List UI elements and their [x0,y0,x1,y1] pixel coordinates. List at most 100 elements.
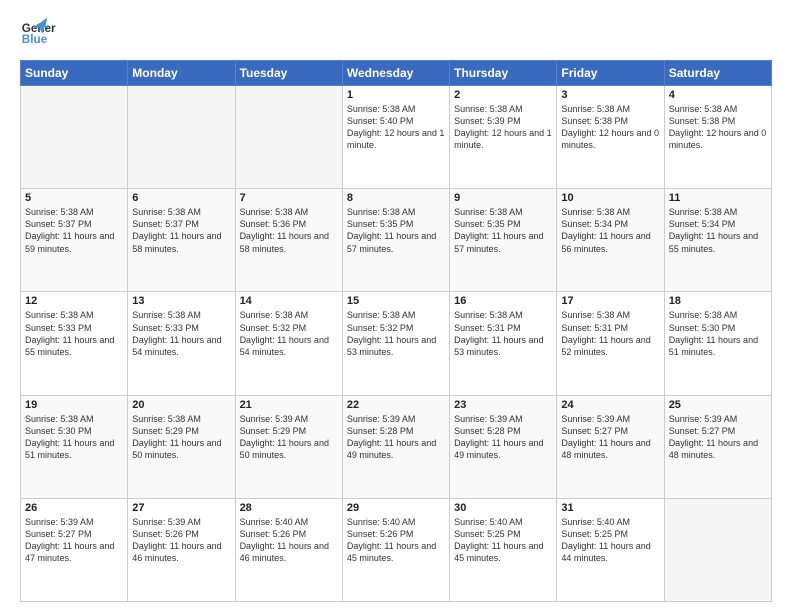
day-info: Sunrise: 5:39 AMSunset: 5:27 PMDaylight:… [669,413,767,462]
day-info: Sunrise: 5:38 AMSunset: 5:30 PMDaylight:… [25,413,123,462]
week-row-5: 26 Sunrise: 5:39 AMSunset: 5:27 PMDaylig… [21,498,772,601]
calendar-table: SundayMondayTuesdayWednesdayThursdayFrid… [20,60,772,602]
calendar-cell: 26 Sunrise: 5:39 AMSunset: 5:27 PMDaylig… [21,498,128,601]
svg-text:Blue: Blue [22,33,48,46]
calendar-cell [235,86,342,189]
calendar-cell: 13 Sunrise: 5:38 AMSunset: 5:33 PMDaylig… [128,292,235,395]
day-number: 28 [240,502,338,514]
day-number: 30 [454,502,552,514]
calendar-cell [21,86,128,189]
calendar-cell: 30 Sunrise: 5:40 AMSunset: 5:25 PMDaylig… [450,498,557,601]
day-info: Sunrise: 5:38 AMSunset: 5:38 PMDaylight:… [669,103,767,152]
day-info: Sunrise: 5:38 AMSunset: 5:31 PMDaylight:… [561,309,659,358]
calendar-cell: 4 Sunrise: 5:38 AMSunset: 5:38 PMDayligh… [664,86,771,189]
day-info: Sunrise: 5:38 AMSunset: 5:35 PMDaylight:… [454,206,552,255]
day-info: Sunrise: 5:38 AMSunset: 5:29 PMDaylight:… [132,413,230,462]
day-number: 7 [240,192,338,204]
page: General Blue SundayMondayTuesdayWednesda… [0,0,792,612]
weekday-header-monday: Monday [128,61,235,86]
calendar-cell: 28 Sunrise: 5:40 AMSunset: 5:26 PMDaylig… [235,498,342,601]
day-number: 18 [669,295,767,307]
logo-icon: General Blue [20,16,56,52]
day-info: Sunrise: 5:38 AMSunset: 5:33 PMDaylight:… [132,309,230,358]
day-number: 21 [240,399,338,411]
day-number: 25 [669,399,767,411]
calendar-cell [128,86,235,189]
day-number: 15 [347,295,445,307]
calendar-cell: 20 Sunrise: 5:38 AMSunset: 5:29 PMDaylig… [128,395,235,498]
day-number: 13 [132,295,230,307]
calendar-cell: 22 Sunrise: 5:39 AMSunset: 5:28 PMDaylig… [342,395,449,498]
weekday-header-wednesday: Wednesday [342,61,449,86]
calendar-cell: 8 Sunrise: 5:38 AMSunset: 5:35 PMDayligh… [342,189,449,292]
weekday-header-friday: Friday [557,61,664,86]
calendar-cell [664,498,771,601]
calendar-cell: 24 Sunrise: 5:39 AMSunset: 5:27 PMDaylig… [557,395,664,498]
calendar-cell: 15 Sunrise: 5:38 AMSunset: 5:32 PMDaylig… [342,292,449,395]
calendar-cell: 3 Sunrise: 5:38 AMSunset: 5:38 PMDayligh… [557,86,664,189]
day-number: 16 [454,295,552,307]
day-info: Sunrise: 5:39 AMSunset: 5:28 PMDaylight:… [347,413,445,462]
calendar-cell: 6 Sunrise: 5:38 AMSunset: 5:37 PMDayligh… [128,189,235,292]
day-number: 29 [347,502,445,514]
day-number: 31 [561,502,659,514]
calendar-cell: 17 Sunrise: 5:38 AMSunset: 5:31 PMDaylig… [557,292,664,395]
day-number: 20 [132,399,230,411]
day-info: Sunrise: 5:39 AMSunset: 5:27 PMDaylight:… [25,516,123,565]
calendar-cell: 1 Sunrise: 5:38 AMSunset: 5:40 PMDayligh… [342,86,449,189]
day-number: 27 [132,502,230,514]
calendar-cell: 23 Sunrise: 5:39 AMSunset: 5:28 PMDaylig… [450,395,557,498]
day-number: 23 [454,399,552,411]
day-number: 22 [347,399,445,411]
weekday-header-sunday: Sunday [21,61,128,86]
calendar-cell: 7 Sunrise: 5:38 AMSunset: 5:36 PMDayligh… [235,189,342,292]
day-info: Sunrise: 5:39 AMSunset: 5:29 PMDaylight:… [240,413,338,462]
day-info: Sunrise: 5:38 AMSunset: 5:35 PMDaylight:… [347,206,445,255]
day-info: Sunrise: 5:38 AMSunset: 5:34 PMDaylight:… [561,206,659,255]
week-row-2: 5 Sunrise: 5:38 AMSunset: 5:37 PMDayligh… [21,189,772,292]
calendar-cell: 16 Sunrise: 5:38 AMSunset: 5:31 PMDaylig… [450,292,557,395]
day-number: 14 [240,295,338,307]
header: General Blue [20,16,772,52]
day-info: Sunrise: 5:38 AMSunset: 5:37 PMDaylight:… [132,206,230,255]
day-number: 10 [561,192,659,204]
day-info: Sunrise: 5:38 AMSunset: 5:31 PMDaylight:… [454,309,552,358]
day-info: Sunrise: 5:38 AMSunset: 5:40 PMDaylight:… [347,103,445,152]
calendar-cell: 12 Sunrise: 5:38 AMSunset: 5:33 PMDaylig… [21,292,128,395]
week-row-3: 12 Sunrise: 5:38 AMSunset: 5:33 PMDaylig… [21,292,772,395]
logo: General Blue [20,16,56,52]
day-number: 9 [454,192,552,204]
weekday-header-thursday: Thursday [450,61,557,86]
week-row-4: 19 Sunrise: 5:38 AMSunset: 5:30 PMDaylig… [21,395,772,498]
day-number: 1 [347,89,445,101]
weekday-header-row: SundayMondayTuesdayWednesdayThursdayFrid… [21,61,772,86]
day-number: 11 [669,192,767,204]
day-info: Sunrise: 5:39 AMSunset: 5:26 PMDaylight:… [132,516,230,565]
day-info: Sunrise: 5:38 AMSunset: 5:32 PMDaylight:… [347,309,445,358]
day-info: Sunrise: 5:40 AMSunset: 5:26 PMDaylight:… [240,516,338,565]
calendar-cell: 31 Sunrise: 5:40 AMSunset: 5:25 PMDaylig… [557,498,664,601]
day-info: Sunrise: 5:38 AMSunset: 5:33 PMDaylight:… [25,309,123,358]
day-info: Sunrise: 5:39 AMSunset: 5:28 PMDaylight:… [454,413,552,462]
weekday-header-tuesday: Tuesday [235,61,342,86]
day-info: Sunrise: 5:38 AMSunset: 5:37 PMDaylight:… [25,206,123,255]
calendar-cell: 2 Sunrise: 5:38 AMSunset: 5:39 PMDayligh… [450,86,557,189]
calendar-cell: 10 Sunrise: 5:38 AMSunset: 5:34 PMDaylig… [557,189,664,292]
day-number: 8 [347,192,445,204]
day-number: 6 [132,192,230,204]
calendar-cell: 29 Sunrise: 5:40 AMSunset: 5:26 PMDaylig… [342,498,449,601]
day-number: 2 [454,89,552,101]
calendar-cell: 11 Sunrise: 5:38 AMSunset: 5:34 PMDaylig… [664,189,771,292]
day-number: 19 [25,399,123,411]
calendar-cell: 14 Sunrise: 5:38 AMSunset: 5:32 PMDaylig… [235,292,342,395]
calendar-cell: 9 Sunrise: 5:38 AMSunset: 5:35 PMDayligh… [450,189,557,292]
day-number: 4 [669,89,767,101]
day-info: Sunrise: 5:38 AMSunset: 5:38 PMDaylight:… [561,103,659,152]
week-row-1: 1 Sunrise: 5:38 AMSunset: 5:40 PMDayligh… [21,86,772,189]
calendar-cell: 19 Sunrise: 5:38 AMSunset: 5:30 PMDaylig… [21,395,128,498]
day-info: Sunrise: 5:38 AMSunset: 5:39 PMDaylight:… [454,103,552,152]
day-info: Sunrise: 5:38 AMSunset: 5:36 PMDaylight:… [240,206,338,255]
day-number: 12 [25,295,123,307]
day-info: Sunrise: 5:39 AMSunset: 5:27 PMDaylight:… [561,413,659,462]
day-info: Sunrise: 5:38 AMSunset: 5:30 PMDaylight:… [669,309,767,358]
